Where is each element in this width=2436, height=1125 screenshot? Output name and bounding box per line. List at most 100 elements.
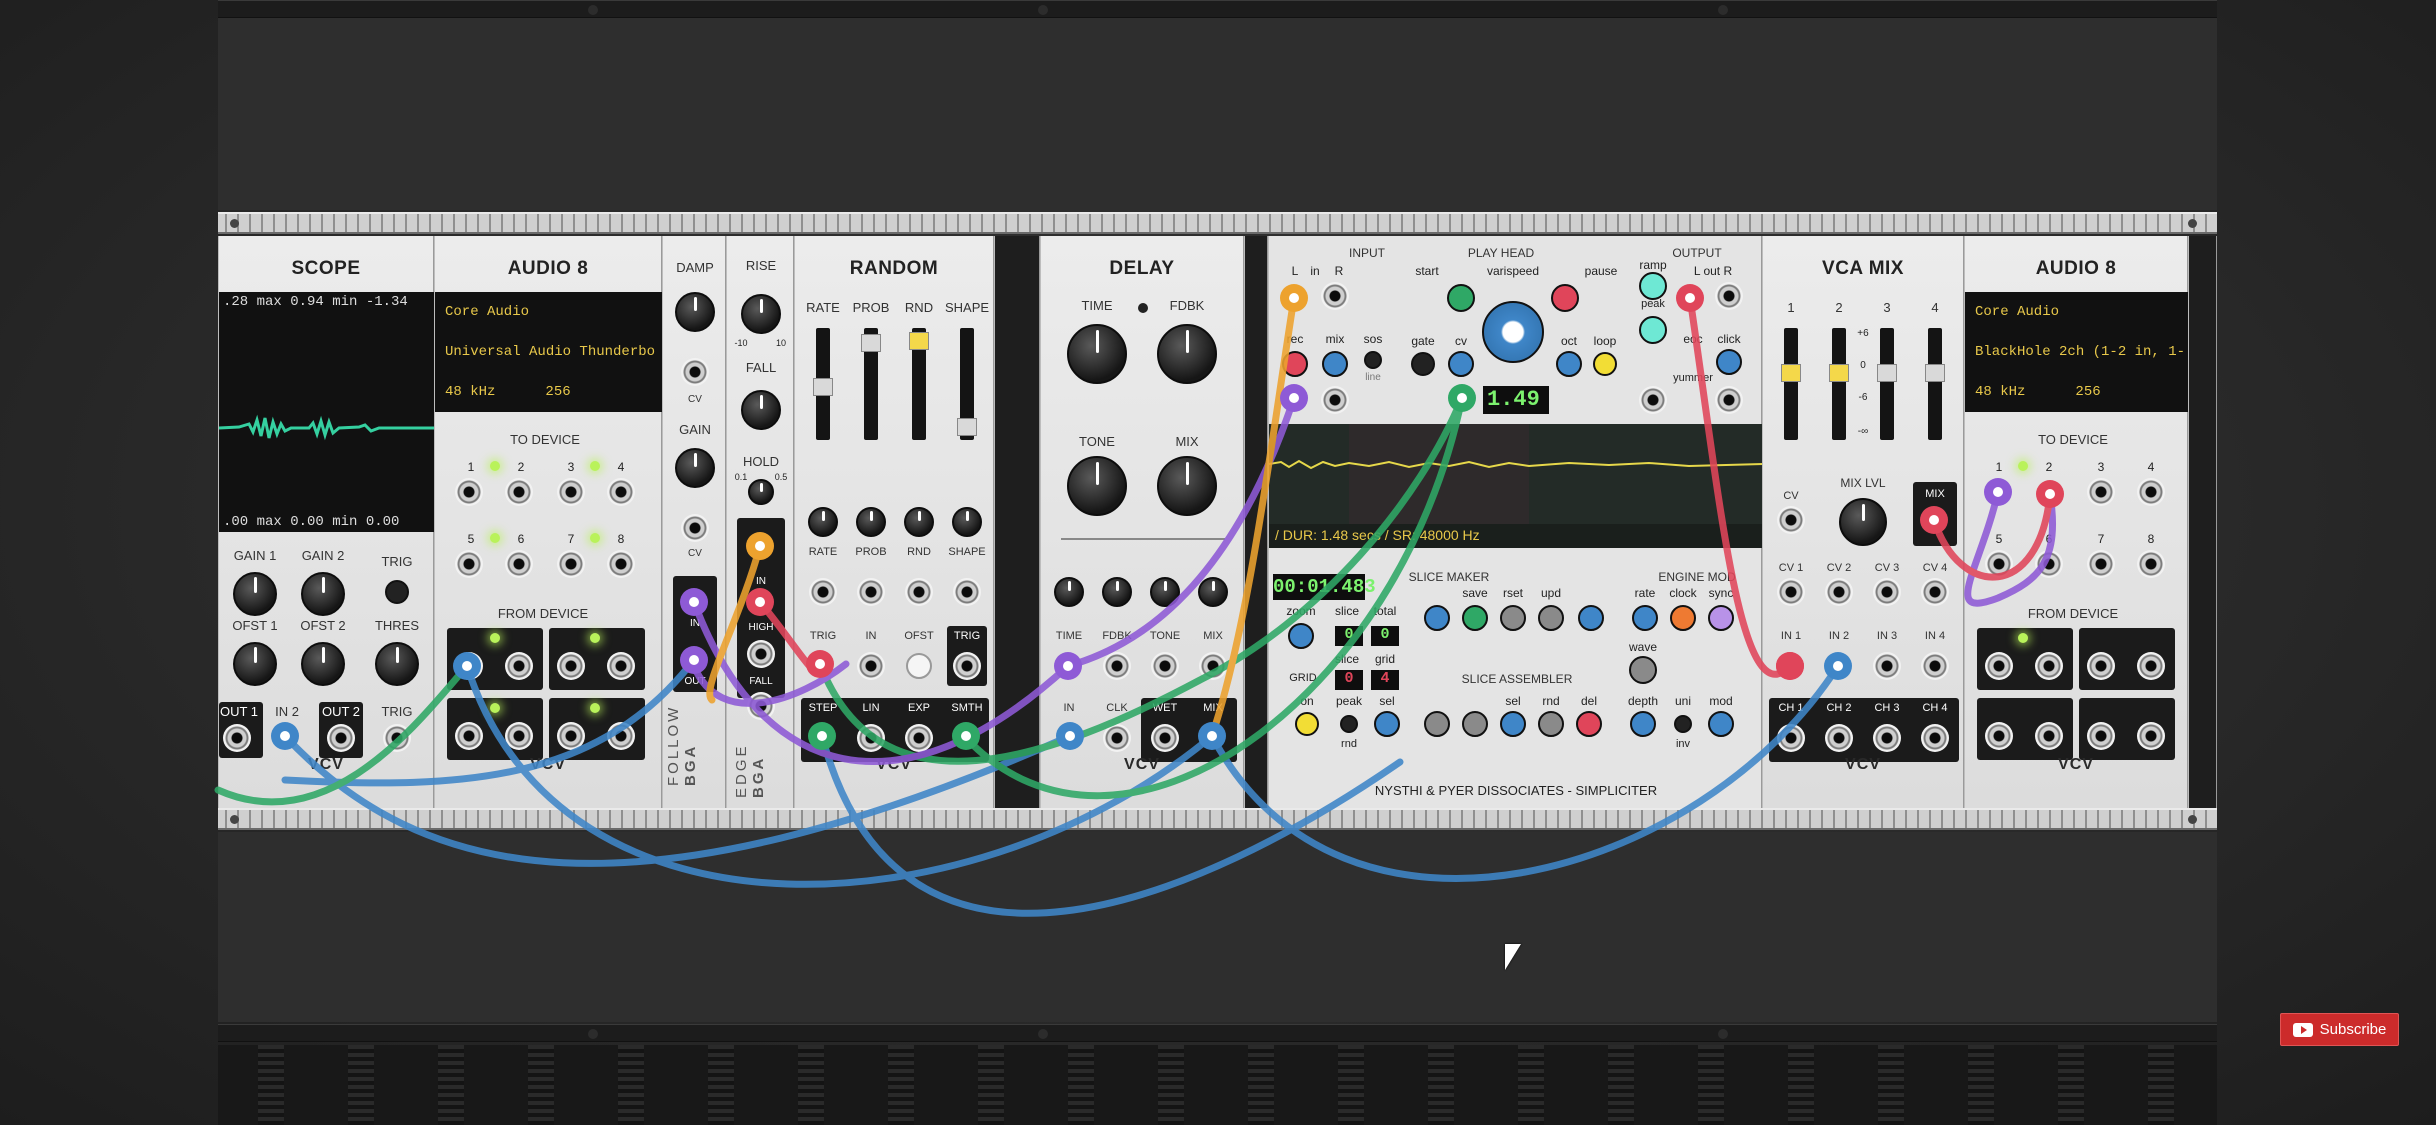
audio8-right-display[interactable]: Core Audio BlackHole 2ch (1-2 in, 1- 48 … [1965, 292, 2189, 412]
damp-cv-jack[interactable] [681, 358, 709, 386]
from-device-jack-4[interactable] [607, 652, 635, 680]
peak-button-2[interactable] [1340, 715, 1358, 733]
zoom-knob[interactable] [1288, 623, 1314, 649]
mod-knob[interactable] [1708, 711, 1734, 737]
gate-button[interactable] [1411, 352, 1435, 376]
varispeed-knob[interactable] [1482, 301, 1544, 363]
mix-knob[interactable] [1157, 456, 1217, 516]
rate-cv-knob[interactable] [808, 507, 838, 537]
input-r-jack[interactable] [1321, 282, 1349, 310]
from-device-jack-2[interactable] [2035, 652, 2063, 680]
sel-knob[interactable] [1374, 711, 1400, 737]
exp-out-jack[interactable] [905, 724, 933, 752]
wave-button[interactable] [1629, 656, 1657, 684]
in4-jack[interactable] [1921, 652, 1949, 680]
from-device-jack-7[interactable] [557, 722, 585, 750]
random-in-jack[interactable] [857, 652, 885, 680]
slice-knob-2[interactable] [1578, 605, 1604, 631]
rec-button[interactable] [1282, 351, 1308, 377]
rec-mix-knob[interactable] [1322, 351, 1348, 377]
ramp-out-jack[interactable] [1639, 386, 1667, 414]
audio8-left-device[interactable]: Universal Audio Thunderbo [445, 332, 655, 372]
fdbk-cv-knob[interactable] [1102, 577, 1132, 607]
gain-cv-jack[interactable] [681, 514, 709, 542]
to-device-jack-6[interactable] [2035, 550, 2063, 578]
from-device-jack-4[interactable] [2137, 652, 2165, 680]
audio8-left-display[interactable]: Core Audio Universal Audio Thunderbo 48 … [435, 292, 663, 412]
rnd-cv-jack[interactable] [905, 578, 933, 606]
ch2-out-jack[interactable] [1825, 724, 1853, 752]
from-device-jack-2[interactable] [505, 652, 533, 680]
thres-knob[interactable] [375, 642, 419, 686]
ofst1-knob[interactable] [233, 642, 277, 686]
from-device-jack-3[interactable] [557, 652, 585, 680]
del-button[interactable] [1576, 711, 1602, 737]
ofst2-knob[interactable] [301, 642, 345, 686]
sos-button[interactable] [1364, 351, 1382, 369]
assembler-rnd-button[interactable] [1538, 711, 1564, 737]
audio8-right-driver[interactable]: Core Audio [1975, 292, 2179, 332]
ch1-out-jack[interactable] [1777, 724, 1805, 752]
wet-jack[interactable] [1151, 724, 1179, 752]
to-device-jack-5[interactable] [1985, 550, 2013, 578]
to-device-jack-5[interactable] [455, 550, 483, 578]
from-device-jack-3[interactable] [2087, 652, 2115, 680]
start-button[interactable] [1447, 284, 1475, 312]
to-device-jack-8[interactable] [2137, 550, 2165, 578]
tone-knob[interactable] [1067, 456, 1127, 516]
cv-knob[interactable] [1448, 351, 1474, 377]
cv1-jack[interactable] [1777, 578, 1805, 606]
peak-button[interactable] [1639, 316, 1667, 344]
mix-level-knob[interactable] [1839, 498, 1887, 546]
damp-knob[interactable] [675, 292, 715, 332]
mix-cv-knob[interactable] [1198, 577, 1228, 607]
rset-button[interactable] [1500, 605, 1526, 631]
from-device-jack-7[interactable] [2087, 722, 2115, 750]
loop-button[interactable] [1593, 352, 1617, 376]
from-device-jack-6[interactable] [505, 722, 533, 750]
shape-cv-knob[interactable] [952, 507, 982, 537]
prob-cv-jack[interactable] [857, 578, 885, 606]
rise-knob[interactable] [741, 294, 781, 334]
fdbk-cv-jack[interactable] [1103, 652, 1131, 680]
time-knob[interactable] [1067, 324, 1127, 384]
pause-button[interactable] [1551, 284, 1579, 312]
audio8-right-samplerate[interactable]: 48 kHz [1975, 384, 2025, 400]
audio8-right-blocksize[interactable]: 256 [2075, 384, 2100, 400]
uni-button[interactable] [1674, 715, 1692, 733]
to-device-jack-4[interactable] [607, 478, 635, 506]
trig-button[interactable] [385, 580, 409, 604]
prob-slider[interactable] [861, 328, 881, 440]
edge-fall-jack[interactable] [747, 692, 775, 720]
out1-jack[interactable] [223, 724, 251, 752]
ramp-button[interactable] [1639, 272, 1667, 300]
audio8-left-blocksize[interactable]: 256 [545, 384, 570, 400]
depth-knob[interactable] [1630, 711, 1656, 737]
waveform-display[interactable] [1268, 424, 1764, 524]
to-device-jack-8[interactable] [607, 550, 635, 578]
fdbk-knob[interactable] [1157, 324, 1217, 384]
time-cv-knob[interactable] [1054, 577, 1084, 607]
slice-select[interactable]: 0 [1335, 670, 1363, 690]
to-device-jack-7[interactable] [2087, 550, 2115, 578]
mix-cv-jack[interactable] [1321, 386, 1349, 414]
gain-knob[interactable] [675, 448, 715, 488]
ofst-button[interactable] [906, 653, 932, 679]
cv2-jack[interactable] [1825, 578, 1853, 606]
audio8-left-driver[interactable]: Core Audio [445, 292, 653, 332]
click-knob[interactable] [1716, 349, 1742, 375]
from-device-jack-6[interactable] [2035, 722, 2063, 750]
from-device-jack-5[interactable] [1985, 722, 2013, 750]
mix-cv-jack[interactable] [1199, 652, 1227, 680]
from-device-jack-1[interactable] [1985, 652, 2013, 680]
to-device-jack-4[interactable] [2137, 478, 2165, 506]
from-device-jack-8[interactable] [607, 722, 635, 750]
rnd-cv-knob[interactable] [904, 507, 934, 537]
ch3-out-jack[interactable] [1873, 724, 1901, 752]
tone-cv-knob[interactable] [1150, 577, 1180, 607]
ch1-fader[interactable] [1781, 328, 1801, 440]
gain2-knob[interactable] [301, 572, 345, 616]
slice-knob-1[interactable] [1424, 605, 1450, 631]
save-button[interactable] [1462, 605, 1488, 631]
upd-button[interactable] [1538, 605, 1564, 631]
